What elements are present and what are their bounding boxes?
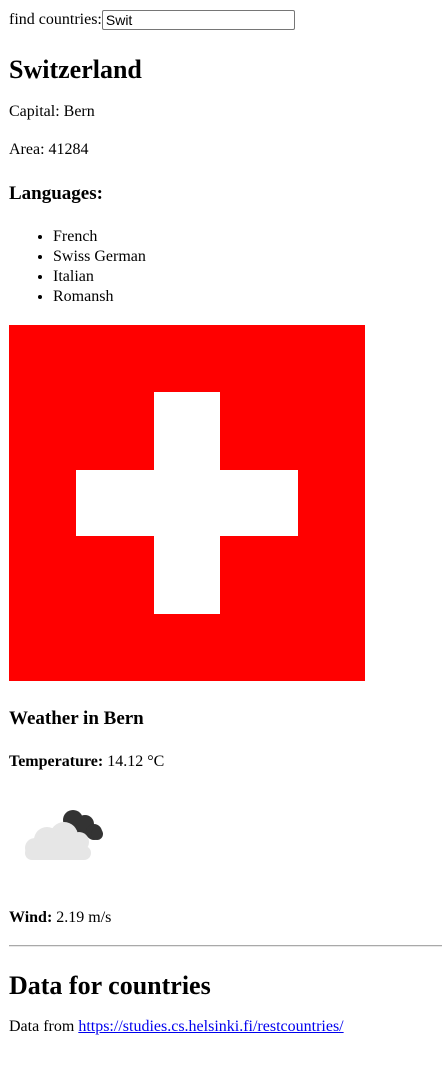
weather-heading: Weather in Bern	[9, 708, 144, 729]
section-divider	[9, 945, 442, 947]
language-item: Italian	[53, 267, 433, 287]
wind-value: 2.19 m/s	[56, 909, 112, 926]
capital-label: Capital:	[9, 103, 60, 120]
temperature-line: Temperature: 14.12 °C	[9, 752, 433, 772]
temperature-label: Temperature:	[9, 753, 104, 770]
language-item: Romansh	[53, 287, 433, 307]
languages-heading: Languages:	[9, 183, 103, 204]
capital-value: Bern	[63, 103, 95, 120]
data-section-title: Data for countries	[9, 971, 211, 1000]
language-item: French	[53, 227, 433, 247]
area-label: Area:	[9, 141, 45, 158]
language-item: Swiss German	[53, 247, 433, 267]
capital-line: Capital: Bern	[9, 102, 433, 122]
search-input[interactable]	[101, 10, 295, 30]
swiss-flag-image	[9, 325, 365, 681]
languages-list: French Swiss German Italian Romansh	[9, 227, 433, 307]
credit-prefix: Data from	[9, 1018, 75, 1035]
temperature-value: 14.12 °C	[107, 753, 165, 770]
flag-cross-horizontal	[76, 470, 298, 536]
country-app: find countries: Switzerland Capital: Ber…	[0, 0, 442, 1037]
area-value: 41284	[48, 141, 89, 158]
cloudy-weather-icon	[9, 786, 109, 886]
search-row: find countries:	[9, 8, 433, 32]
country-name: Switzerland	[9, 55, 142, 84]
wind-line: Wind: 2.19 m/s	[9, 908, 433, 928]
search-label: find countries:	[9, 11, 102, 28]
wind-label: Wind:	[9, 909, 53, 926]
data-credit: Data from https://studies.cs.helsinki.fi…	[9, 1017, 433, 1037]
restcountries-link[interactable]: https://studies.cs.helsinki.fi/restcount…	[78, 1018, 343, 1035]
area-line: Area: 41284	[9, 140, 433, 160]
